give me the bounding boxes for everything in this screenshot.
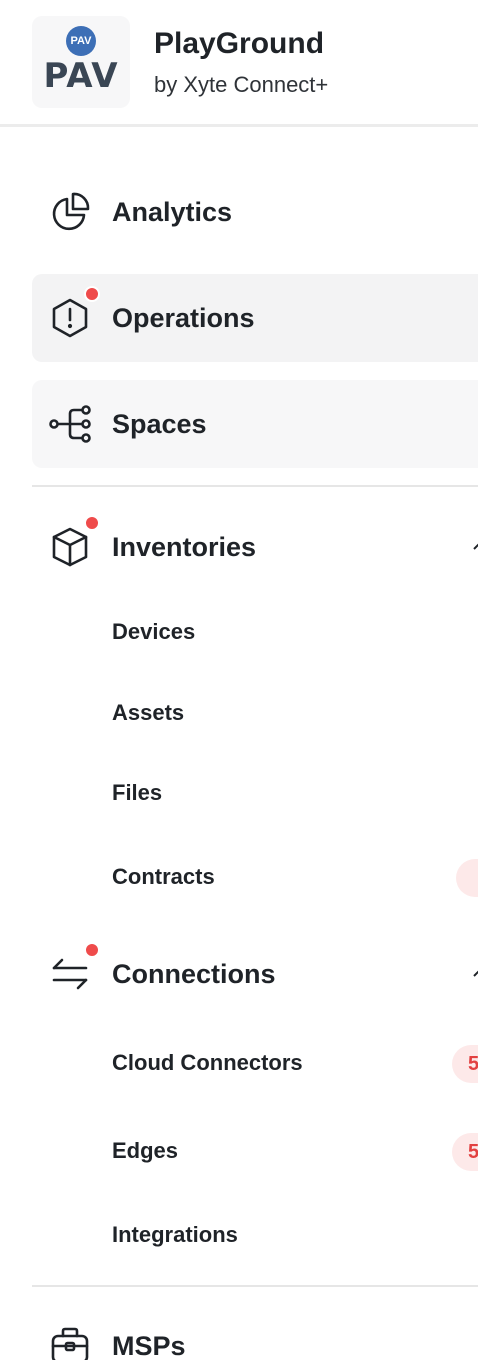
sub-label: Cloud Connectors — [112, 1050, 303, 1075]
divider — [32, 485, 478, 487]
sub-item-cloud-connectors[interactable]: Cloud Connectors 5 — [80, 1033, 478, 1093]
nav-item-inventories[interactable]: Inventories — [32, 503, 478, 591]
pie-chart-icon — [48, 190, 92, 234]
nav-label-inventories: Inventories — [112, 531, 257, 562]
sub-item-contracts[interactable]: Contracts — [80, 847, 478, 907]
sub-label: Contracts — [112, 864, 215, 889]
notification-dot — [84, 942, 100, 958]
nav-item-connections[interactable]: Connections — [32, 930, 478, 1018]
notification-dot — [84, 286, 100, 302]
sub-label: Assets — [112, 700, 185, 725]
notification-dot — [84, 515, 100, 531]
count-badge: 5 — [452, 1133, 478, 1171]
logo-badge: PAV — [66, 26, 96, 56]
nav-label-spaces: Spaces — [112, 408, 207, 439]
org-logo: PAV PAV — [32, 16, 130, 108]
alert-hexagon-icon — [48, 296, 92, 340]
divider — [32, 1285, 478, 1287]
cube-icon — [48, 525, 92, 569]
sub-label: Edges — [112, 1138, 179, 1163]
count-badge — [456, 859, 478, 897]
sidebar: PAV PAV PlayGround by Xyte Connect+ Anal… — [0, 0, 478, 1360]
briefcase-icon — [48, 1324, 92, 1360]
sub-label: Integrations — [112, 1222, 238, 1247]
nav-label-operations: Operations — [112, 302, 255, 333]
nav-item-analytics[interactable]: Analytics — [32, 168, 478, 256]
count-badge: 5 — [452, 1045, 478, 1083]
sub-item-edges[interactable]: Edges 5 — [80, 1121, 478, 1181]
nav-item-msps[interactable]: MSPs — [32, 1302, 478, 1360]
sub-label: Devices — [112, 619, 196, 644]
nav-item-operations[interactable]: Operations — [32, 274, 478, 362]
sub-item-files[interactable]: Files — [80, 763, 478, 823]
chevron-up-icon[interactable] — [472, 541, 478, 553]
arrows-exchange-icon — [48, 952, 92, 996]
sub-item-integrations[interactable]: Integrations — [80, 1205, 478, 1265]
org-title: PlayGround — [154, 27, 325, 60]
sub-label: Files — [112, 780, 163, 805]
logo-text: PAV — [43, 56, 119, 96]
chevron-up-icon[interactable] — [472, 968, 478, 980]
hierarchy-icon — [48, 402, 92, 446]
nav-item-spaces[interactable]: Spaces — [32, 380, 478, 468]
nav-label-msps: MSPs — [112, 1330, 186, 1360]
org-header[interactable]: PAV PAV PlayGround by Xyte Connect+ — [0, 0, 478, 127]
sub-item-assets[interactable]: Assets — [80, 683, 478, 743]
org-subtitle: by Xyte Connect+ — [154, 72, 329, 97]
nav-label-analytics: Analytics — [112, 196, 233, 227]
sub-item-devices[interactable]: Devices — [80, 602, 478, 662]
nav-label-connections: Connections — [112, 958, 276, 989]
